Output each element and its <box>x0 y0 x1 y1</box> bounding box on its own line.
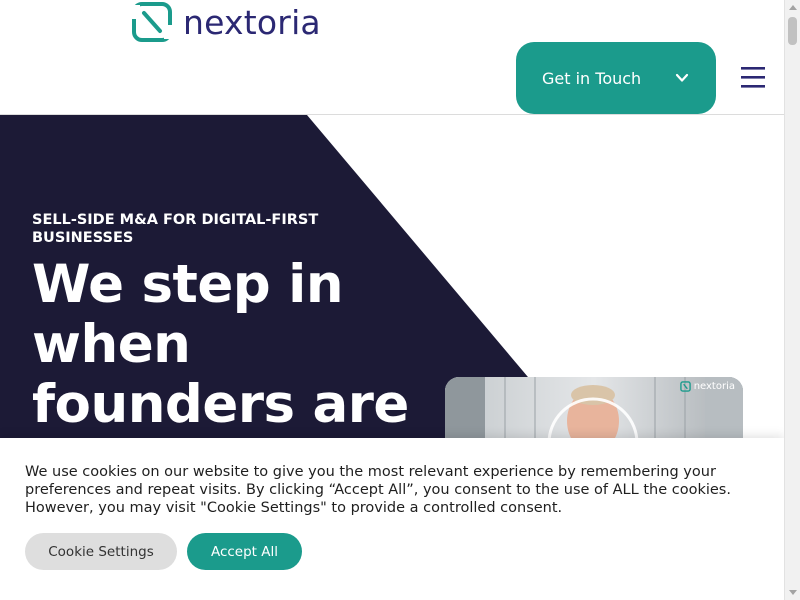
logo-wordmark: nextoria <box>183 2 321 42</box>
hero-headline: We step in when founders are <box>32 254 409 435</box>
chevron-down-icon <box>675 73 689 82</box>
scrollbar-thumb[interactable] <box>788 17 797 45</box>
site-logo[interactable]: nextoria <box>131 0 321 44</box>
scroll-down-arrow-icon[interactable] <box>789 590 797 595</box>
video-brand-text: nextoria <box>693 381 735 392</box>
hero-eyebrow: SELL-SIDE M&A FOR DIGITAL-FIRST BUSINESS… <box>32 212 319 246</box>
scroll-up-arrow-icon[interactable] <box>789 5 797 10</box>
get-in-touch-label: Get in Touch <box>542 68 642 88</box>
cookie-settings-button[interactable]: Cookie Settings <box>25 533 177 570</box>
logo-mark-icon <box>132 2 172 42</box>
cookie-consent-text: We use cookies on our website to give yo… <box>25 464 731 516</box>
page-viewport: nextoria Get in Touch SELL-SIDE M&A FOR … <box>0 0 784 600</box>
accept-all-button[interactable]: Accept All <box>187 533 302 570</box>
get-in-touch-button[interactable]: Get in Touch <box>516 42 716 114</box>
page-scrollbar[interactable] <box>784 0 800 600</box>
video-brand-logo: nextoria <box>679 381 735 392</box>
hamburger-menu-icon[interactable] <box>738 62 768 92</box>
logo-mark-icon <box>679 381 691 392</box>
cookie-consent-banner: We use cookies on our website to give yo… <box>0 438 784 600</box>
site-header: nextoria Get in Touch <box>0 0 784 115</box>
